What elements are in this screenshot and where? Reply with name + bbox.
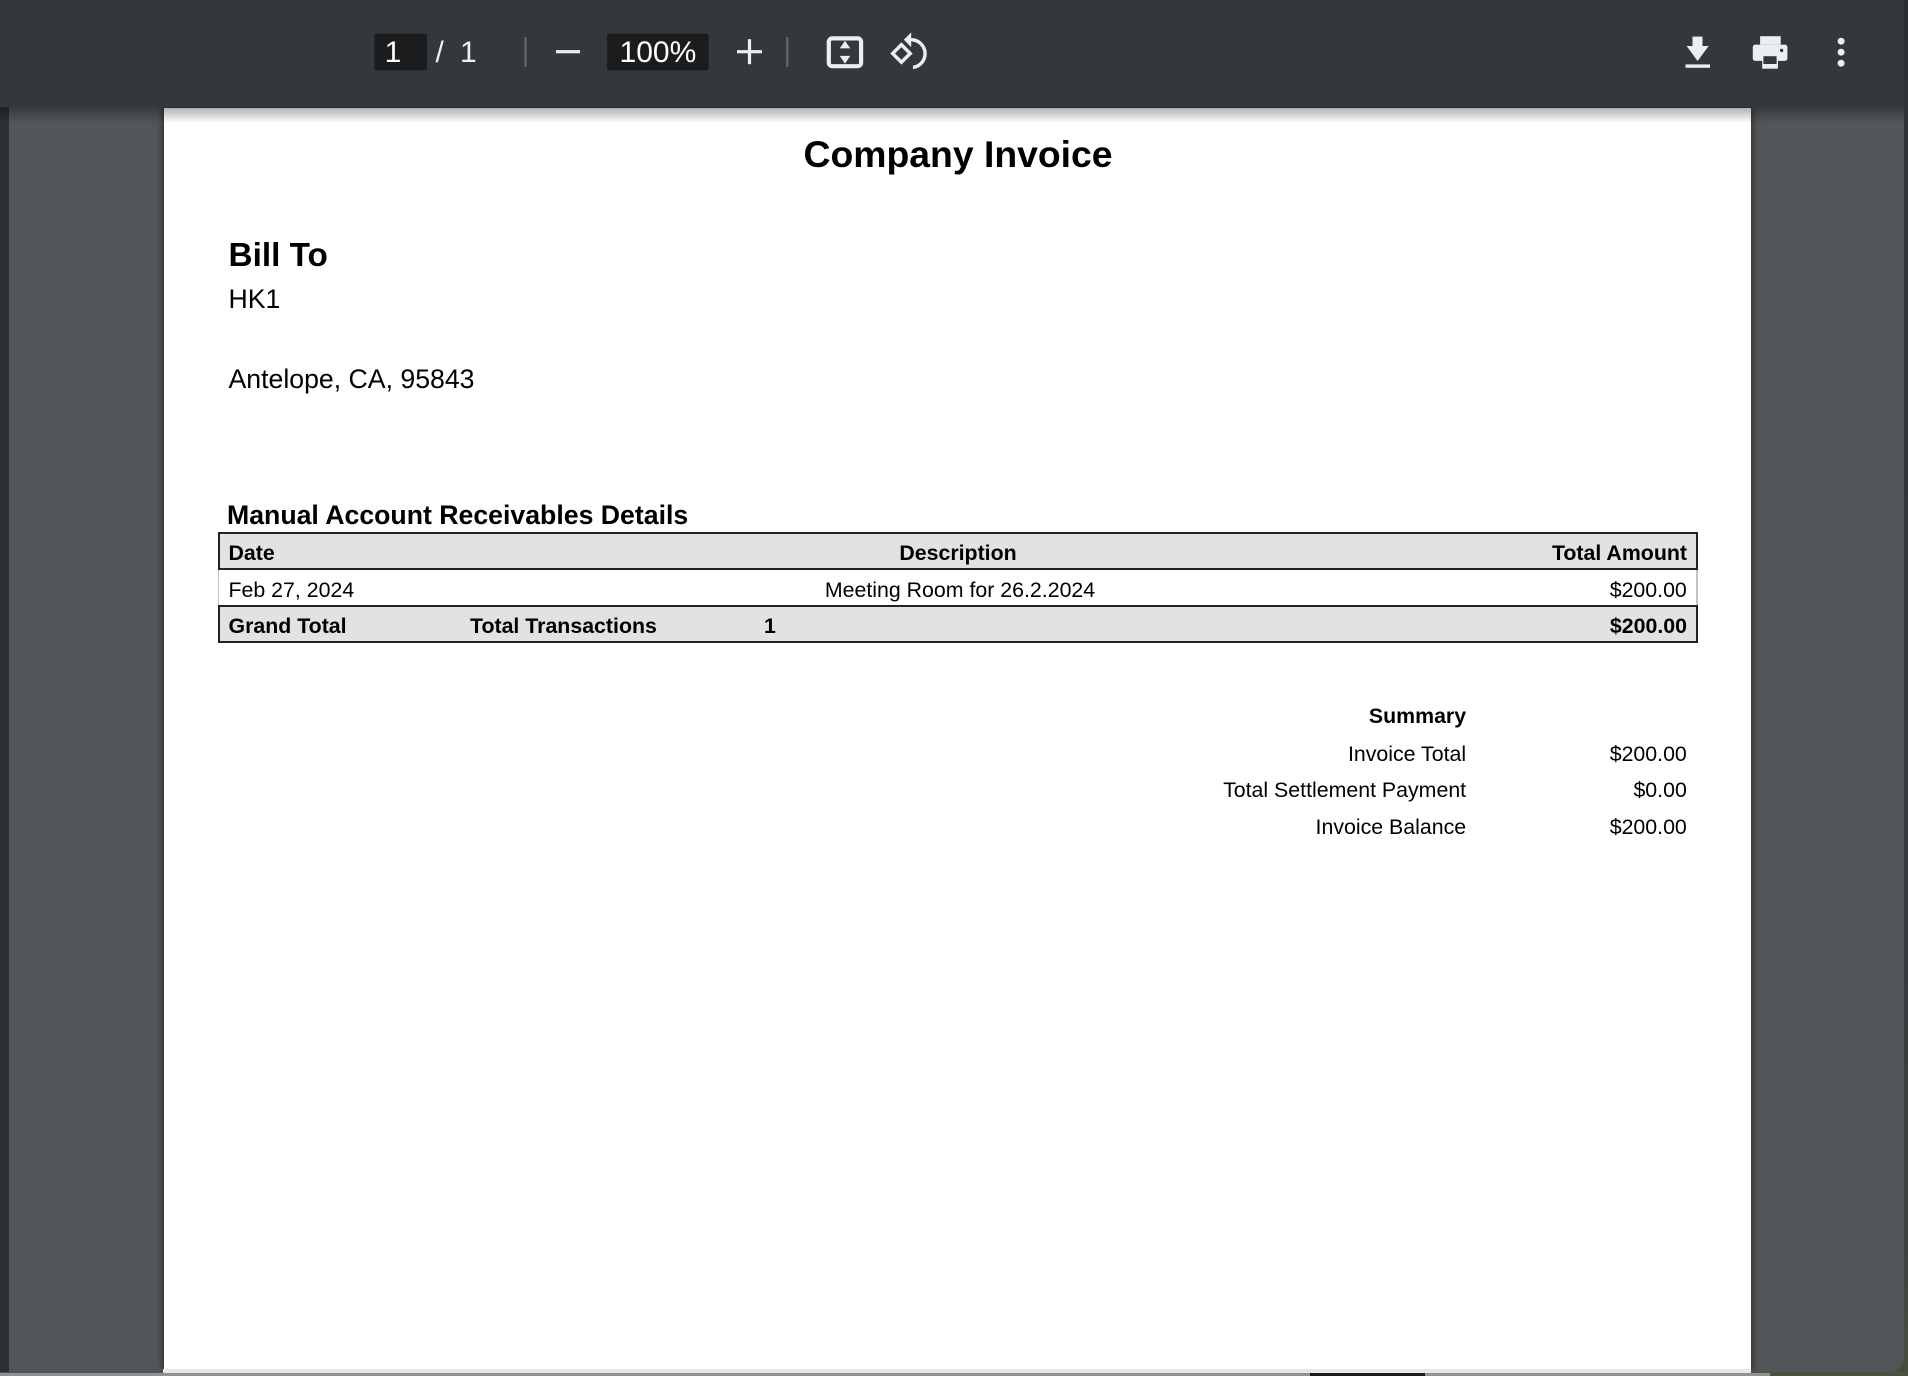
svg-text:/: / [436, 36, 445, 69]
svg-text:1: 1 [460, 36, 477, 69]
svg-text:100%: 100% [620, 36, 697, 69]
svg-text:1: 1 [385, 36, 402, 69]
